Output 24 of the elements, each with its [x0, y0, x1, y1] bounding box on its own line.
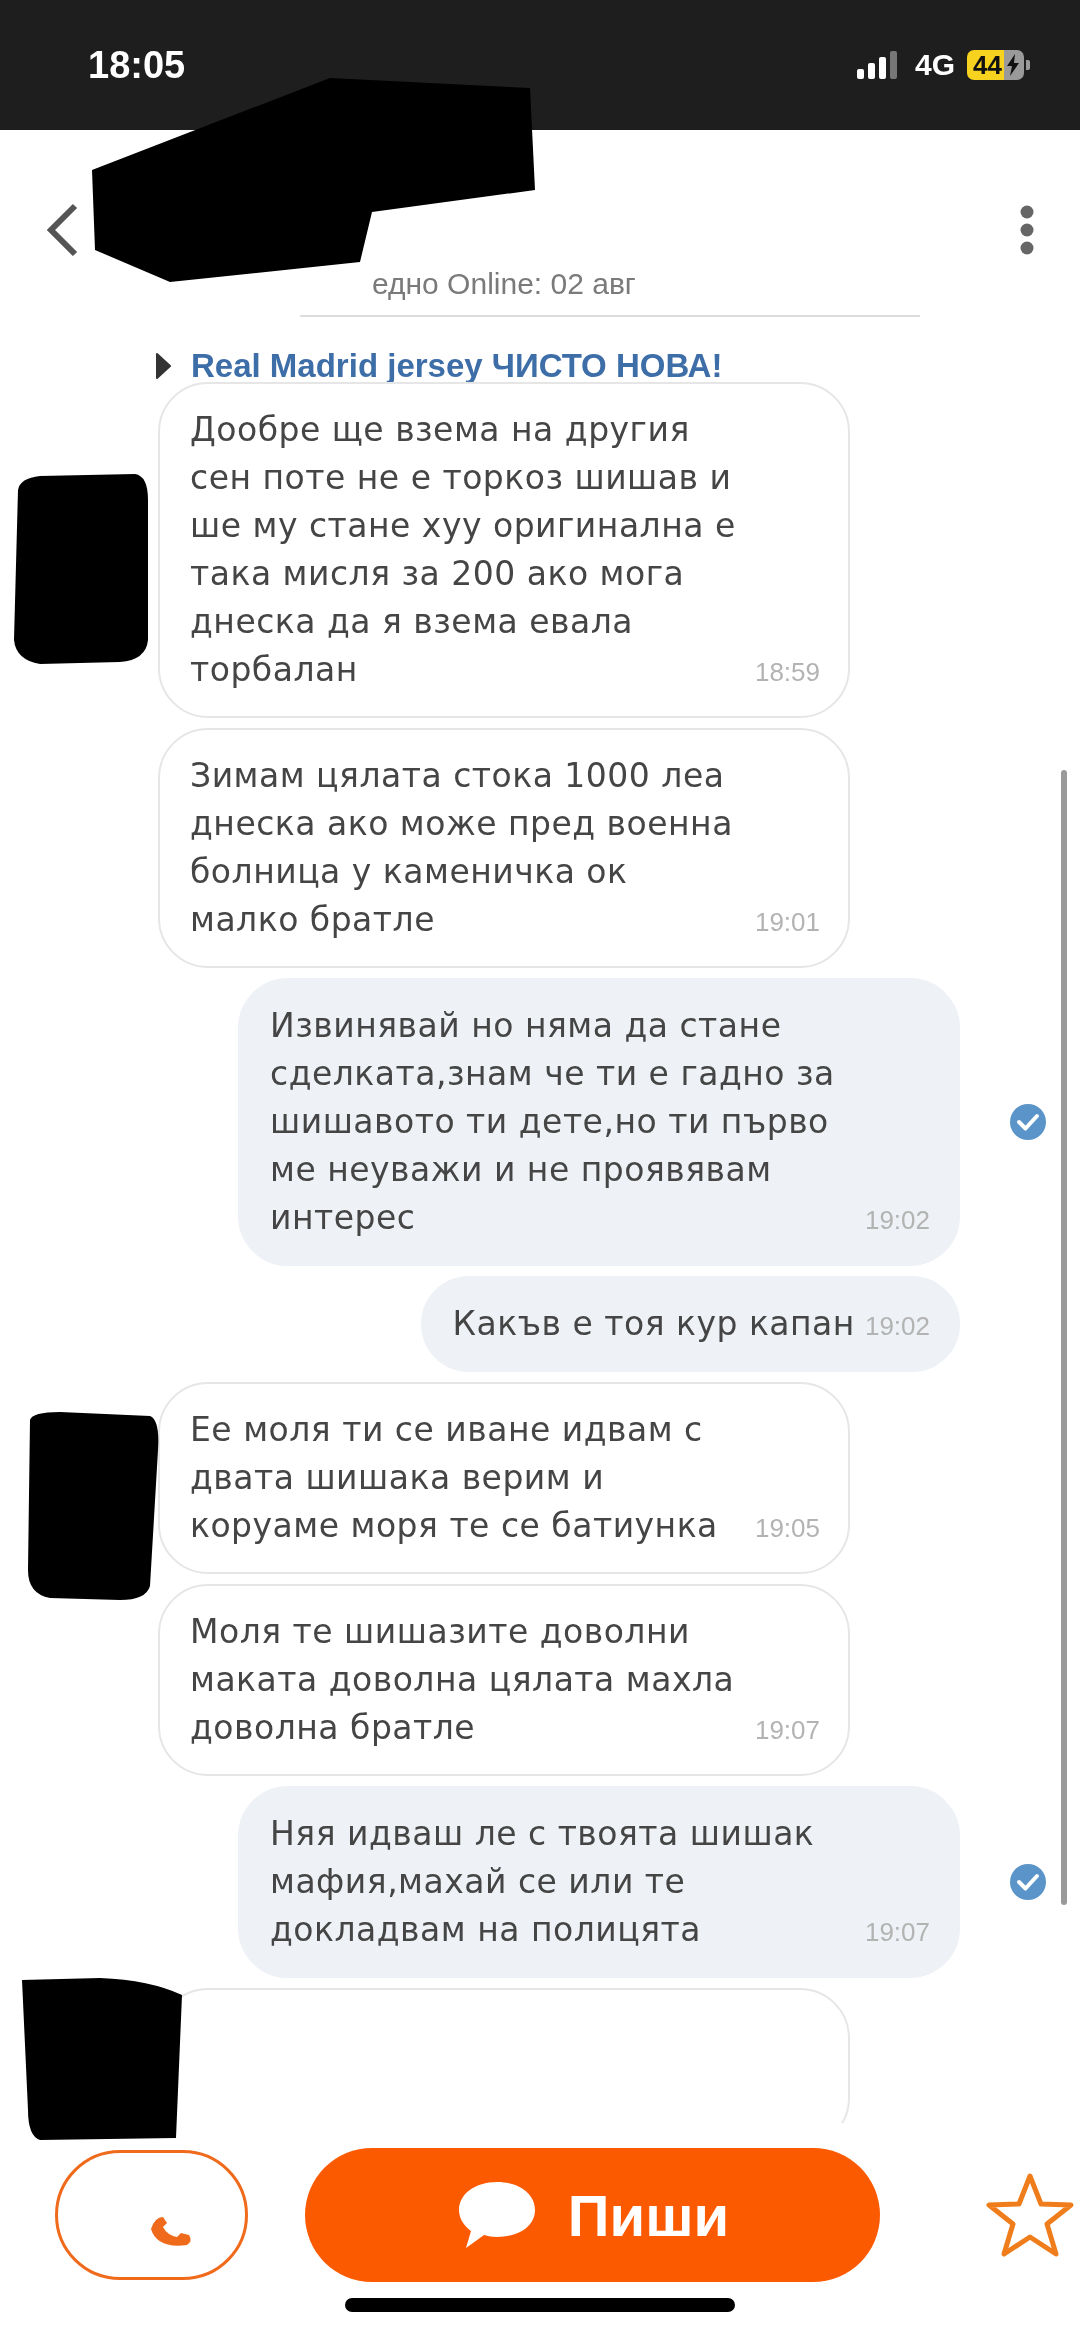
- message-text: Няя идваш ле с твоята шишак мафия,махай се или те докладвам на полицята: [270, 1813, 816, 1951]
- message-text: Ее моля ти се иване идвам с двата шишака верим и коруаме моря те се батиунка: [190, 1409, 719, 1547]
- message-time: 19:07: [864, 1916, 930, 1949]
- message-time: 18:59: [754, 656, 820, 689]
- message-text: Моля те шишазите доволни маката доволна цялата махла доволна братле: [190, 1611, 736, 1749]
- network-type: 4G: [915, 48, 956, 82]
- message-text: Дообре ще взема на другия сен поте не е торкоз шишав и ше му стане хуу оригинална е така мисля за 200 ако мога днеска да я взема евала торбалан: [190, 409, 737, 691]
- message-text: Какъв е тоя кур капан: [452, 1303, 855, 1345]
- message-text: Извинявай но няма да стане сделката,знам че ти е гадно за шишавото ти дете,но ти първо ме неуважи и не проявявам интерес: [270, 1005, 836, 1239]
- charging-icon: [1004, 50, 1024, 80]
- clock-time: 18:05: [88, 43, 187, 87]
- last-online-status: едно Online: 02 авг: [372, 267, 636, 301]
- message-time: 19:02: [864, 1204, 930, 1237]
- message-time: 19:05: [754, 1512, 820, 1545]
- more-options-icon[interactable]: [1019, 205, 1035, 255]
- message-time: 19:07: [754, 1714, 820, 1747]
- message-time: 19:01: [754, 906, 820, 939]
- write-button[interactable]: Пиши: [305, 2148, 880, 2282]
- message-text: Зимам цялата стока 1000 леа днеска ако може пред военна болница у каменичка ок малко братле: [190, 755, 734, 941]
- message-time: 19:02: [864, 1310, 930, 1343]
- battery-level: 44: [967, 50, 1004, 80]
- star-icon[interactable]: [985, 2172, 1075, 2258]
- listing-link[interactable]: Real Madrid jersey ЧИСТО НОВА!: [191, 347, 723, 385]
- play-icon: [155, 353, 171, 379]
